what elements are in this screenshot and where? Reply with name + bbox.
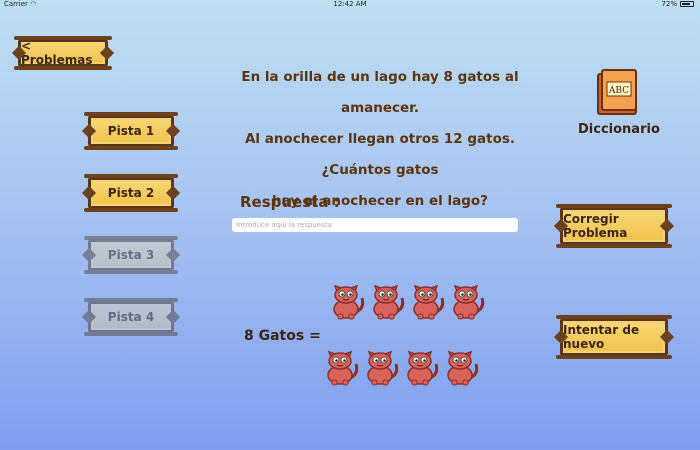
hint-label: Pista 4 [107, 310, 155, 324]
try-again-button[interactable]: Intentar de nuevo [556, 315, 672, 359]
cats-equation-label: 8 Gatos = [244, 328, 321, 344]
clock: 12:42 AM [333, 0, 367, 8]
answer-label: Respuesta : [240, 193, 340, 211]
hint-3-button: Pista 3 [84, 236, 178, 274]
back-to-problems-button[interactable]: < Problemas [14, 36, 112, 70]
battery-icon [680, 1, 694, 7]
battery-percent: 72% [661, 0, 677, 8]
dictionary-label: Diccionario [578, 122, 660, 137]
hint-1-button[interactable]: Pista 1 [84, 112, 178, 150]
cat-icon [440, 344, 480, 386]
hint-2-button[interactable]: Pista 2 [84, 174, 178, 212]
hint-label: Pista 1 [107, 124, 155, 138]
check-answer-label: Corregir Problema [563, 212, 628, 240]
try-again-label: Intentar de nuevo [563, 323, 640, 351]
cat-icon [326, 278, 366, 320]
dictionary-button[interactable]: ABC Diccionario [578, 66, 660, 146]
cat-icon [366, 278, 406, 320]
check-answer-button[interactable]: Corregir Problema [556, 204, 672, 248]
hint-label: Pista 3 [107, 248, 155, 262]
hint-4-button: Pista 4 [84, 298, 178, 336]
answer-input[interactable] [232, 218, 518, 232]
status-bar: Carrier ◠ 12:42 AM 72% [0, 0, 700, 10]
battery-indicator: 72% [661, 0, 694, 8]
problem-line: Al anochecer llegan otros 12 gatos. ¿Cuá… [244, 131, 516, 178]
hint-label: Pista 2 [107, 186, 155, 200]
cat-icon [406, 278, 446, 320]
book-icon-text: ABC [608, 86, 629, 96]
book-icon: ABC [597, 69, 637, 115]
cat-icon [446, 278, 486, 320]
cat-icon [360, 344, 400, 386]
cat-icon [320, 344, 360, 386]
cat-icon [400, 344, 440, 386]
problem-line: En la orilla de un lago hay 8 gatos al a… [241, 69, 519, 116]
back-button-label: < Problemas [21, 39, 93, 67]
